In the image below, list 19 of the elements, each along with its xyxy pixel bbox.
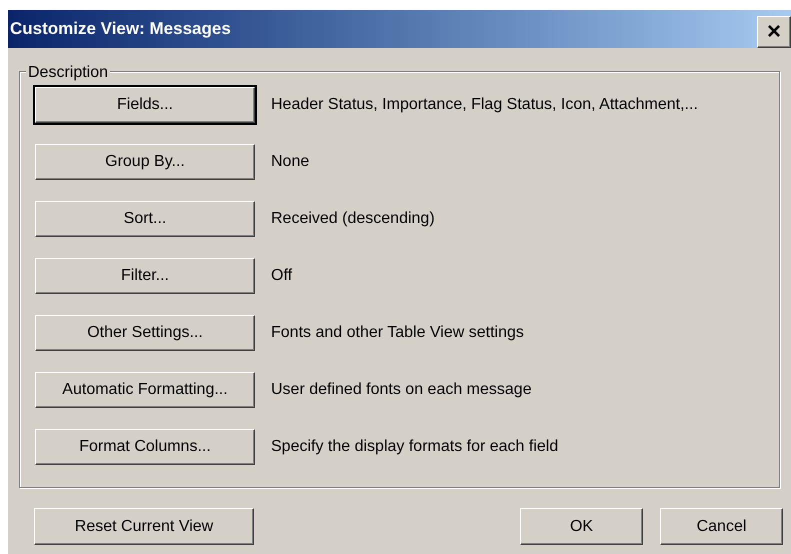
- row-button[interactable]: Group By...: [35, 144, 255, 180]
- reset-view-button[interactable]: Reset Current View: [34, 508, 254, 545]
- window-title: Customize View: Messages: [10, 18, 231, 40]
- row-description: Specify the display formats for each field: [271, 437, 558, 457]
- row-description: Off: [271, 266, 292, 286]
- row-button[interactable]: Other Settings...: [35, 315, 255, 351]
- row-description: Received (descending): [271, 209, 435, 229]
- row-description: None: [271, 152, 310, 172]
- row-button[interactable]: Format Columns...: [35, 429, 255, 465]
- cancel-button[interactable]: Cancel: [660, 508, 783, 545]
- row-description: Fonts and other Table View settings: [271, 323, 524, 343]
- row-description: User defined fonts on each message: [271, 380, 532, 400]
- row-button[interactable]: Fields...: [35, 87, 255, 123]
- row-button[interactable]: Automatic Formatting...: [35, 372, 255, 408]
- row-button[interactable]: Filter...: [35, 258, 255, 294]
- row-button[interactable]: Sort...: [35, 201, 255, 237]
- row-description: Header Status, Importance, Flag Status, Icon, Attachment,...: [271, 95, 698, 115]
- close-button[interactable]: ×: [757, 16, 791, 48]
- ok-button[interactable]: OK: [520, 508, 643, 545]
